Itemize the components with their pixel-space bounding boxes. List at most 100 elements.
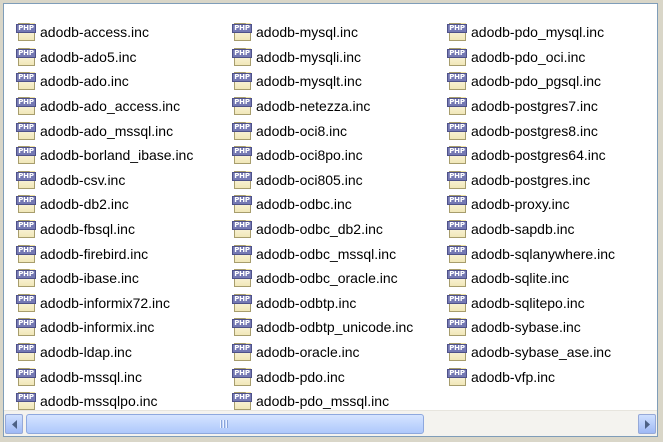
php-file-icon: PHP [447,220,469,239]
file-item[interactable]: PHP adodb-postgres64.inc [447,143,615,168]
scroll-right-button[interactable] [638,414,656,434]
file-item[interactable]: PHP adodb-pdo_oci.inc [447,45,615,70]
php-file-icon: PHP [16,244,38,263]
file-item[interactable]: PHP adodb-odbc_oracle.inc [232,266,413,291]
file-name: adodb-mssqlpo.inc [40,393,158,410]
file-name: adodb-postgres8.inc [471,122,598,139]
file-item[interactable]: PHP adodb-netezza.inc [232,94,413,119]
file-item[interactable]: PHP adodb-informix.inc [16,315,193,340]
php-tag: PHP [232,344,252,354]
php-tag: PHP [16,98,36,108]
file-item[interactable]: PHP adodb-informix72.inc [16,291,193,316]
php-file-icon: PHP [447,72,469,91]
file-item[interactable]: PHP adodb-ado_mssql.inc [16,118,193,143]
php-file-icon: PHP [16,392,38,411]
file-item[interactable]: PHP adodb-mysql.inc [232,20,413,45]
php-tag: PHP [16,171,36,181]
php-file-icon: PHP [447,343,469,362]
file-name: adodb-sybase.inc [471,319,581,336]
file-name: adodb-informix.inc [40,319,155,336]
file-item[interactable]: PHP adodb-ado_access.inc [16,94,193,119]
file-item[interactable]: PHP adodb-oci8po.inc [232,143,413,168]
file-item[interactable]: PHP adodb-odbc_mssql.inc [232,241,413,266]
php-file-icon: PHP [232,392,254,411]
file-item[interactable]: PHP adodb-postgres7.inc [447,94,615,119]
php-tag: PHP [16,393,36,403]
file-name: adodb-sapdb.inc [471,221,575,238]
php-tag: PHP [447,196,467,206]
file-item[interactable]: PHP adodb-firebird.inc [16,241,193,266]
file-item[interactable]: PHP adodb-mysqli.inc [232,45,413,70]
file-item[interactable]: PHP adodb-proxy.inc [447,192,615,217]
file-item[interactable]: PHP adodb-mysqlt.inc [232,69,413,94]
file-item[interactable]: PHP adodb-ado5.inc [16,45,193,70]
file-item[interactable]: PHP adodb-postgres8.inc [447,118,615,143]
file-item[interactable]: PHP adodb-borland_ibase.inc [16,143,193,168]
php-file-icon: PHP [16,343,38,362]
file-item[interactable]: PHP adodb-ado.inc [16,69,193,94]
file-item[interactable]: PHP adodb-odbtp.inc [232,291,413,316]
php-tag: PHP [447,245,467,255]
php-file-icon: PHP [232,220,254,239]
file-item[interactable]: PHP adodb-sqlitepo.inc [447,291,615,316]
php-tag: PHP [16,294,36,304]
file-item[interactable]: PHP adodb-odbc.inc [232,192,413,217]
file-name: adodb-odbc.inc [256,196,352,213]
arrow-right-icon [644,420,650,429]
file-name: adodb-proxy.inc [471,196,570,213]
file-item[interactable]: PHP adodb-sqlanywhere.inc [447,241,615,266]
file-item[interactable]: PHP adodb-pdo_mysql.inc [447,20,615,45]
php-tag: PHP [232,221,252,231]
file-item[interactable]: PHP adodb-oci805.inc [232,168,413,193]
file-item[interactable]: PHP adodb-sybase.inc [447,315,615,340]
php-tag: PHP [447,24,467,34]
file-item[interactable]: PHP adodb-odbc_db2.inc [232,217,413,242]
scroll-thumb[interactable] [26,414,424,434]
file-item[interactable]: PHP adodb-db2.inc [16,192,193,217]
php-file-icon: PHP [447,47,469,66]
php-file-icon: PHP [447,244,469,263]
php-tag: PHP [16,147,36,157]
file-item[interactable]: PHP adodb-csv.inc [16,168,193,193]
file-item[interactable]: PHP adodb-mssql.inc [16,364,193,389]
file-item[interactable]: PHP adodb-postgres.inc [447,168,615,193]
php-tag: PHP [232,122,252,132]
file-name: adodb-mssql.inc [40,368,142,385]
php-tag: PHP [16,319,36,329]
php-file-icon: PHP [16,146,38,165]
horizontal-scrollbar[interactable] [4,410,657,436]
file-column: PHP adodb-mysql.inc PHP adodb-mysqli.inc PHP… [232,20,413,414]
scroll-left-button[interactable] [5,414,23,434]
file-item[interactable]: PHP adodb-access.inc [16,20,193,45]
file-item[interactable]: PHP adodb-ibase.inc [16,266,193,291]
file-item[interactable]: PHP adodb-fbsql.inc [16,217,193,242]
php-file-icon: PHP [232,170,254,189]
file-item[interactable]: PHP adodb-oci8.inc [232,118,413,143]
php-tag: PHP [447,344,467,354]
php-file-icon: PHP [232,343,254,362]
file-item[interactable]: PHP adodb-sqlite.inc [447,266,615,291]
file-column: PHP adodb-pdo_mysql.inc PHP adodb-pdo_oci.i… [447,20,615,389]
file-item[interactable]: PHP adodb-sapdb.inc [447,217,615,242]
grip-icon [219,420,230,428]
file-name: adodb-oci805.inc [256,171,363,188]
file-item[interactable]: PHP adodb-odbtp_unicode.inc [232,315,413,340]
file-item[interactable]: PHP adodb-vfp.inc [447,364,615,389]
php-tag: PHP [232,98,252,108]
file-item[interactable]: PHP adodb-pdo.inc [232,364,413,389]
file-item[interactable]: PHP adodb-oracle.inc [232,340,413,365]
php-tag: PHP [232,368,252,378]
php-file-icon: PHP [447,23,469,42]
file-name: adodb-access.inc [40,24,149,41]
file-item[interactable]: PHP adodb-pdo_pgsql.inc [447,69,615,94]
php-tag: PHP [447,294,467,304]
php-tag: PHP [447,319,467,329]
file-item[interactable]: PHP adodb-sybase_ase.inc [447,340,615,365]
file-name: adodb-ado_mssql.inc [40,122,174,139]
php-file-icon: PHP [16,23,38,42]
file-item[interactable]: PHP adodb-ldap.inc [16,340,193,365]
file-name: adodb-odbtp.inc [256,294,357,311]
file-name: adodb-vfp.inc [471,368,556,385]
file-name: adodb-oci8.inc [256,122,348,139]
php-file-icon: PHP [16,195,38,214]
